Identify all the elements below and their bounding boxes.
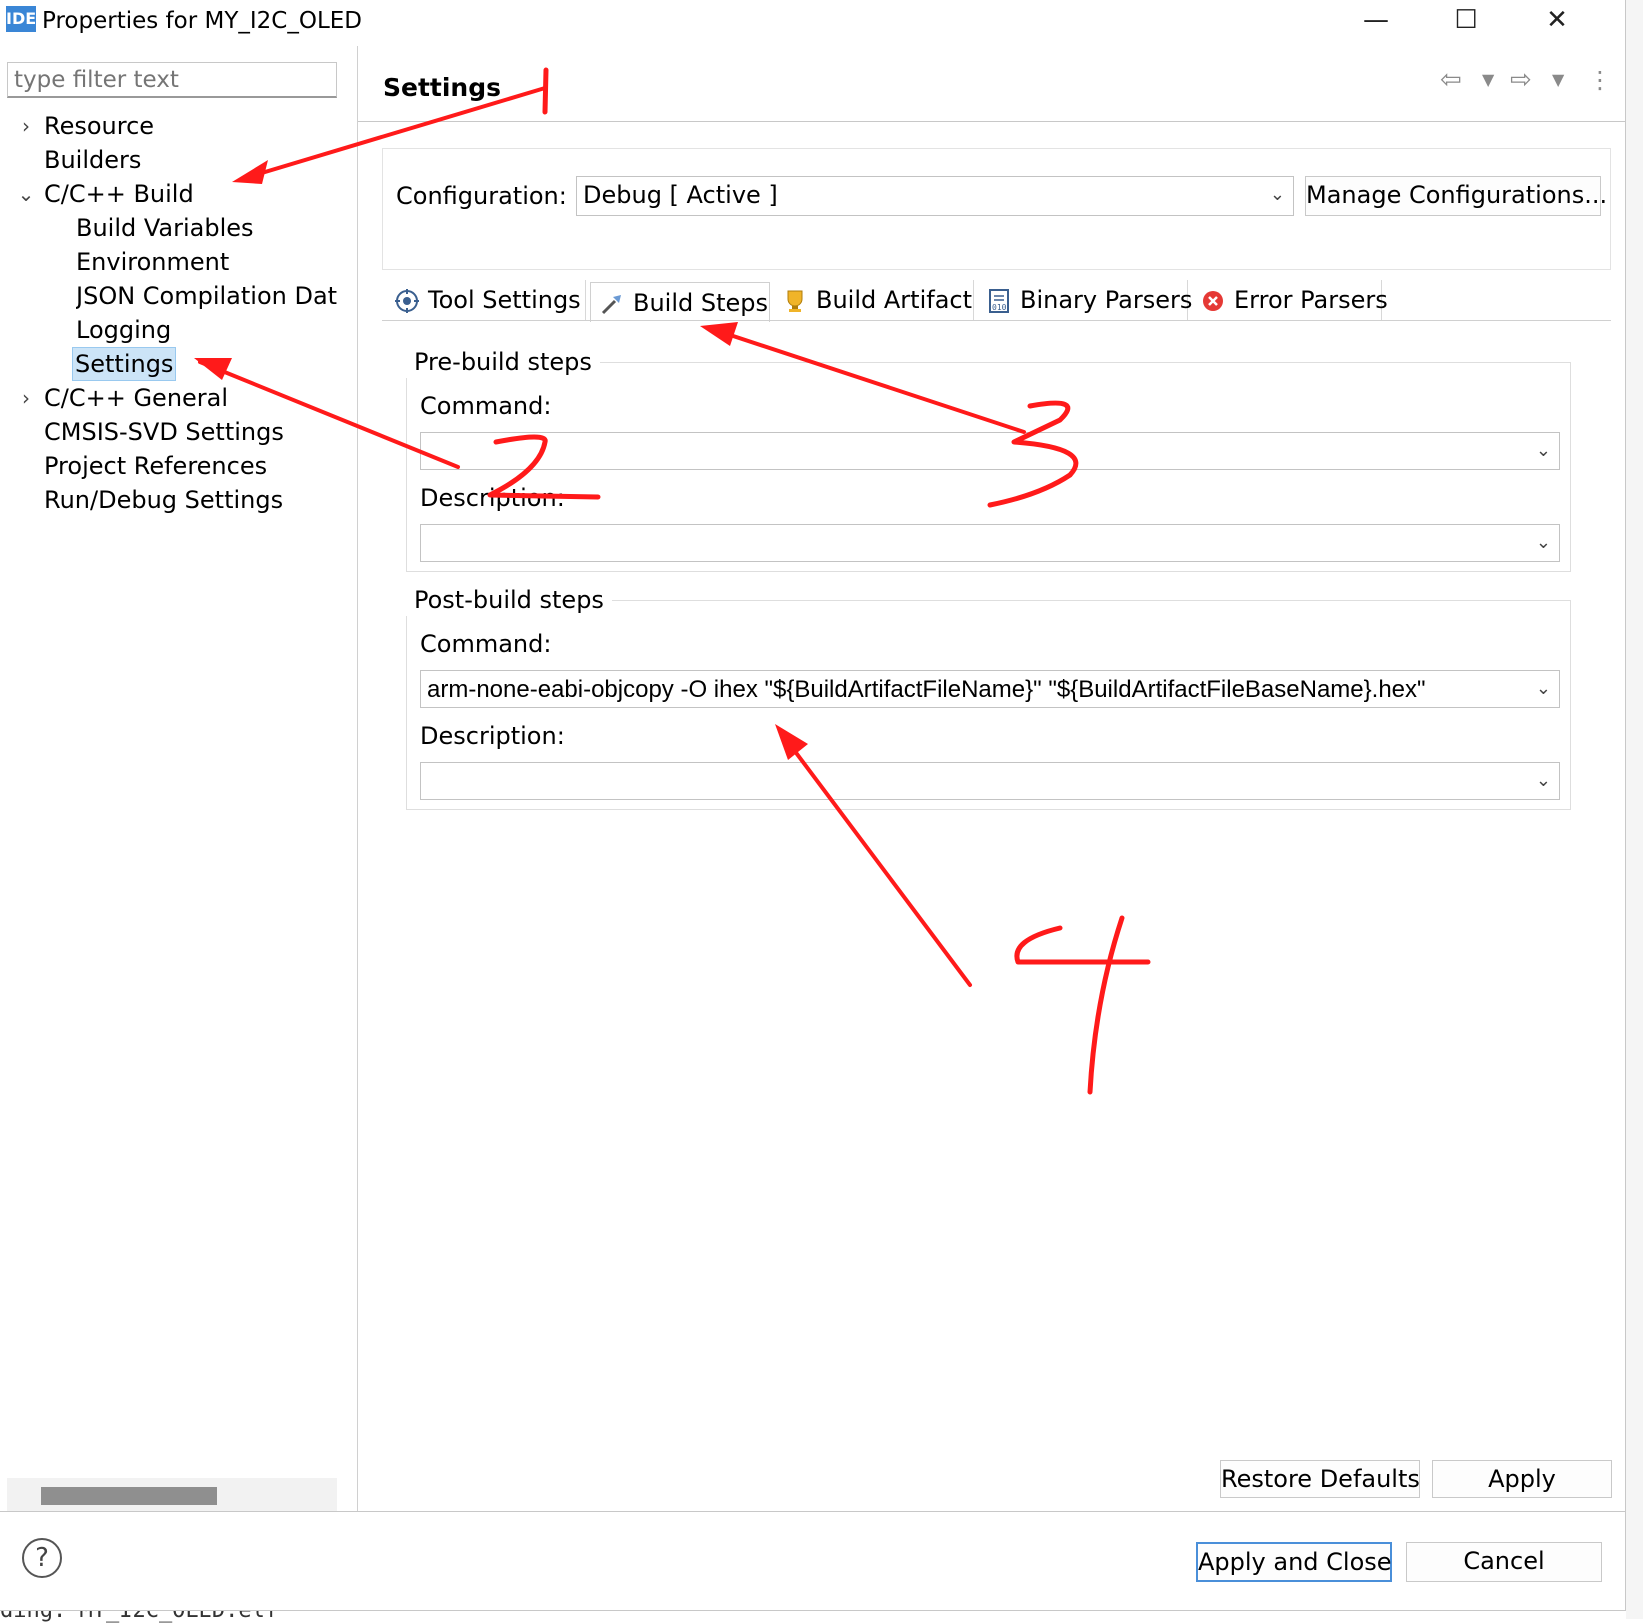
post-build-description-label: Description: bbox=[420, 722, 565, 750]
tab-build-artifact[interactable]: Build Artifact bbox=[774, 280, 974, 320]
chevron-down-icon: ⌄ bbox=[1535, 532, 1551, 553]
chevron-down-icon: ⌄ bbox=[1535, 770, 1551, 791]
scrollbar-thumb[interactable] bbox=[41, 1487, 217, 1505]
tab-label: Error Parsers bbox=[1234, 286, 1388, 314]
post-build-description-input[interactable]: ⌄ bbox=[420, 762, 1560, 800]
background-window-strip bbox=[1626, 0, 1643, 1619]
manage-configurations-button[interactable]: Manage Configurations... bbox=[1305, 176, 1607, 216]
tab-tool-settings[interactable]: Tool Settings bbox=[386, 280, 586, 320]
back-arrow-icon[interactable]: ⇦ bbox=[1440, 62, 1462, 98]
error-parsers-icon bbox=[1203, 291, 1223, 311]
tree-item-project-references[interactable]: Project References bbox=[44, 450, 267, 482]
header-divider bbox=[358, 121, 1625, 122]
close-button[interactable]: ✕ bbox=[1527, 0, 1587, 40]
pre-build-description-input[interactable]: ⌄ bbox=[420, 524, 1560, 562]
tree-item-build-variables[interactable]: Build Variables bbox=[76, 212, 254, 244]
tab-binary-parsers[interactable]: 010 Binary Parsers bbox=[978, 280, 1192, 320]
pre-build-description-label: Description: bbox=[420, 484, 565, 512]
forward-arrow-icon[interactable]: ⇨ bbox=[1510, 62, 1532, 98]
pre-build-command-label: Command: bbox=[420, 392, 552, 420]
tab-label: Build Artifact bbox=[816, 286, 972, 314]
configuration-value: Debug [ Active ] bbox=[583, 181, 778, 209]
tabs-divider bbox=[382, 320, 1611, 321]
post-build-command-label: Command: bbox=[420, 630, 552, 658]
properties-dialog: IDE Properties for MY_I2C_OLED — ☐ ✕ › R… bbox=[0, 0, 1626, 1611]
chevron-down-icon[interactable]: ⌄ bbox=[16, 178, 36, 210]
tree-item-cpp-general[interactable]: C/C++ General bbox=[44, 382, 228, 414]
binary-parsers-icon: 010 bbox=[989, 289, 1009, 313]
tool-settings-icon bbox=[395, 289, 419, 313]
post-build-title: Post-build steps bbox=[406, 584, 612, 616]
page-title: Settings bbox=[383, 73, 502, 102]
tree-item-resource[interactable]: Resource bbox=[44, 110, 154, 142]
maximize-button[interactable]: ☐ bbox=[1436, 0, 1496, 40]
help-icon[interactable]: ? bbox=[22, 1538, 62, 1578]
sidebar-horizontal-scrollbar[interactable] bbox=[7, 1478, 337, 1512]
build-artifact-icon bbox=[787, 290, 803, 312]
configuration-label: Configuration: bbox=[396, 182, 567, 210]
tree-item-json-compilation-data[interactable]: JSON Compilation Data bbox=[76, 280, 338, 312]
chevron-down-icon: ⌄ bbox=[1531, 671, 1551, 707]
chevron-right-icon[interactable]: › bbox=[16, 110, 36, 142]
tree-item-builders[interactable]: Builders bbox=[44, 144, 141, 176]
title-bar: IDE Properties for MY_I2C_OLED — ☐ ✕ bbox=[0, 0, 1625, 46]
back-dropdown-icon[interactable]: ▼ bbox=[1482, 62, 1494, 98]
chevron-right-icon[interactable]: › bbox=[16, 382, 36, 414]
tab-label: Build Steps bbox=[633, 289, 769, 317]
filter-input[interactable] bbox=[7, 62, 337, 98]
post-build-command-value: arm-none-eabi-objcopy -O ihex "${BuildAr… bbox=[427, 676, 1426, 703]
tree-item-cmsis-svd-settings[interactable]: CMSIS-SVD Settings bbox=[44, 416, 284, 448]
tree-item-environment[interactable]: Environment bbox=[76, 246, 229, 278]
cancel-button[interactable]: Cancel bbox=[1406, 1542, 1602, 1582]
tree-item-run-debug-settings[interactable]: Run/Debug Settings bbox=[44, 484, 283, 516]
view-menu-icon[interactable]: ⋮ bbox=[1588, 62, 1612, 98]
pre-build-command-input[interactable]: ⌄ bbox=[420, 432, 1560, 470]
forward-dropdown-icon[interactable]: ▼ bbox=[1552, 62, 1564, 98]
tab-label: Tool Settings bbox=[428, 286, 581, 314]
pre-build-title: Pre-build steps bbox=[406, 346, 600, 378]
tree-item-settings[interactable]: Settings bbox=[72, 347, 177, 381]
configuration-select[interactable]: Debug [ Active ] ⌄ bbox=[576, 176, 1294, 216]
svg-text:010: 010 bbox=[992, 303, 1007, 312]
apply-and-close-button[interactable]: Apply and Close bbox=[1196, 1542, 1392, 1582]
chevron-down-icon: ⌄ bbox=[1269, 184, 1285, 205]
tab-label: Binary Parsers bbox=[1020, 286, 1193, 314]
tab-error-parsers[interactable]: Error Parsers bbox=[1192, 280, 1388, 320]
restore-defaults-button[interactable]: Restore Defaults bbox=[1220, 1460, 1420, 1498]
build-steps-icon bbox=[601, 295, 621, 315]
tree-item-logging[interactable]: Logging bbox=[76, 314, 171, 346]
footer-divider bbox=[0, 1511, 1625, 1512]
apply-button[interactable]: Apply bbox=[1432, 1460, 1612, 1498]
ide-app-icon: IDE bbox=[6, 6, 36, 32]
tree-item-cpp-build[interactable]: C/C++ Build bbox=[44, 178, 194, 210]
tab-build-steps[interactable]: Build Steps bbox=[590, 282, 770, 322]
chevron-down-icon: ⌄ bbox=[1535, 440, 1551, 461]
minimize-button[interactable]: — bbox=[1346, 0, 1406, 40]
post-build-command-input[interactable]: arm-none-eabi-objcopy -O ihex "${BuildAr… bbox=[420, 670, 1560, 708]
window-title: Properties for MY_I2C_OLED bbox=[42, 8, 363, 34]
